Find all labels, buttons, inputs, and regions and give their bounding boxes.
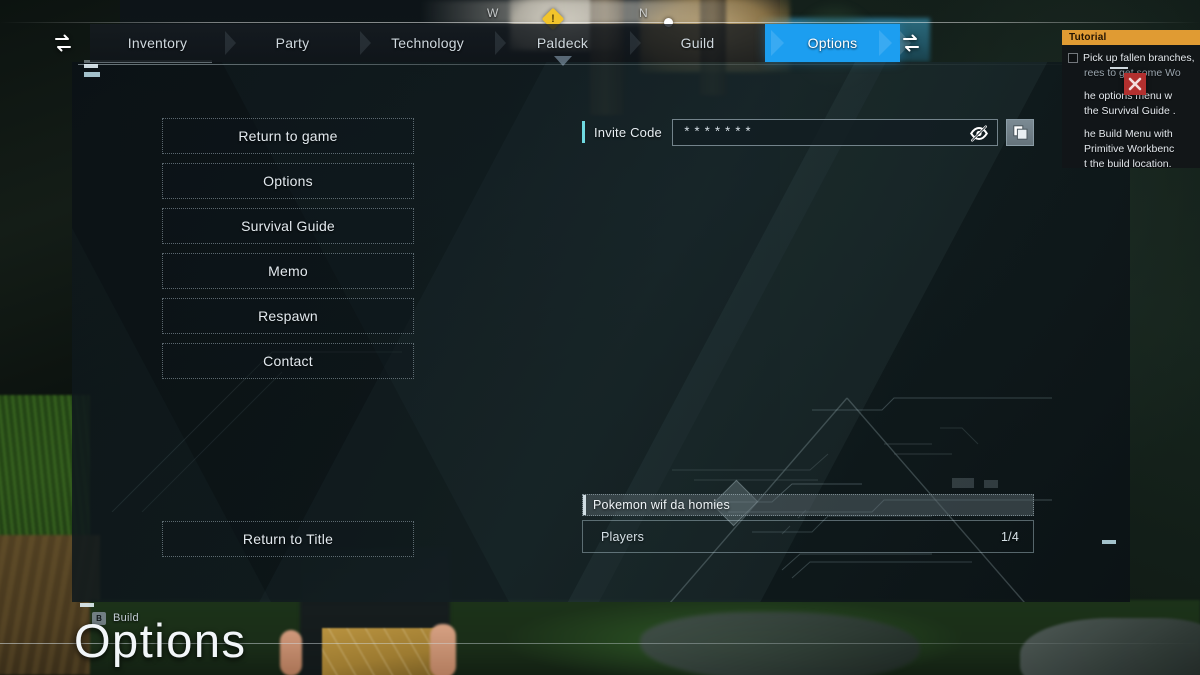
return-to-game-label: Return to game [238, 128, 338, 144]
checkbox-icon[interactable] [1068, 53, 1078, 63]
tab-guild[interactable]: Guild [630, 24, 776, 62]
options-button[interactable]: Options [162, 163, 414, 199]
invite-code-label: Invite Code [594, 124, 662, 140]
tab-inner-triangle-left [771, 30, 784, 56]
server-name-row[interactable]: Pokemon wif da homies [582, 494, 1034, 516]
tab-inventory[interactable]: Inventory [90, 24, 236, 62]
tutorial-body: Pick up fallen branches, rees to get som… [1062, 45, 1200, 168]
copy-invite-code-button[interactable] [1006, 118, 1034, 146]
invite-code-value: ******* [682, 124, 755, 140]
return-to-title-wrapper: Return to Title [162, 521, 414, 557]
players-count: 1/4 [1001, 529, 1019, 544]
compass-west-label: W [487, 6, 499, 20]
close-x-icon[interactable] [1124, 73, 1146, 95]
compass-fog [420, 0, 780, 24]
tab-options-label: Options [807, 35, 858, 51]
server-players-row: Players 1/4 [582, 520, 1034, 553]
return-to-title-label: Return to Title [242, 531, 334, 547]
compass-rule [0, 22, 1200, 23]
swap-right-icon[interactable] [900, 33, 922, 53]
tutorial-task-row: Pick up fallen branches, [1068, 51, 1200, 65]
swap-left-icon[interactable] [52, 33, 74, 53]
tutorial-line-1: Pick up fallen branches, [1083, 52, 1195, 64]
tutorial-task-row: he Build Menu with [1068, 127, 1200, 141]
tutorial-task-row: Primitive Workbenc [1068, 142, 1200, 156]
eye-slash-icon[interactable] [969, 124, 989, 143]
tab-technology-label: Technology [391, 35, 464, 51]
tab-technology[interactable]: Technology [360, 24, 506, 62]
tab-options[interactable]: Options [765, 24, 911, 62]
tutorial-task-row: t the build location. [1068, 157, 1200, 168]
survival-guide-button[interactable]: Survival Guide [162, 208, 414, 244]
tab-party-label: Party [275, 35, 310, 51]
tutorial-header-label: Tutorial [1069, 32, 1107, 43]
server-name: Pokemon wif da homies [593, 498, 730, 512]
return-to-game-button[interactable]: Return to game [162, 118, 414, 154]
tutorial-strikethrough [1110, 67, 1128, 69]
tutorial-header: Tutorial [1062, 30, 1200, 45]
contact-button[interactable]: Contact [162, 343, 414, 379]
hud-status-tick [84, 64, 98, 68]
memo-label: Memo [268, 263, 308, 279]
tab-party[interactable]: Party [225, 24, 371, 62]
compass-north-label: N [639, 6, 649, 20]
options-menu-list: Return to game Options Survival Guide Me… [162, 118, 414, 388]
panel-tick-bottom-right [1102, 540, 1116, 544]
tutorial-line-7: t the build location. [1084, 158, 1172, 168]
tab-guild-label: Guild [680, 35, 715, 51]
tab-paldeck-label: Paldeck [536, 35, 589, 51]
respawn-label: Respawn [258, 308, 318, 324]
title-tick-mark [80, 603, 94, 607]
tab-list: Inventory Party Technology Paldeck Guild… [90, 24, 911, 66]
tab-inner-triangle-right [879, 30, 892, 56]
options-label: Options [263, 173, 313, 189]
server-info-block: Pokemon wif da homies Players 1/4 [582, 494, 1034, 553]
contact-label: Contact [263, 353, 313, 369]
chevron-down-icon [553, 56, 572, 68]
return-to-title-button[interactable]: Return to Title [162, 521, 414, 557]
players-label: Players [601, 529, 645, 544]
tutorial-task-row: the Survival Guide . [1068, 104, 1200, 118]
memo-button[interactable]: Memo [162, 253, 414, 289]
panel-top-rule [78, 64, 1118, 65]
copy-icon [1012, 124, 1028, 140]
invite-code-input[interactable]: ******* [671, 118, 998, 146]
tutorial-line-4: the Survival Guide . [1084, 105, 1176, 117]
page-title: Options [74, 614, 247, 667]
tab-inventory-label: Inventory [127, 35, 188, 51]
tutorial-line-6: Primitive Workbenc [1084, 143, 1175, 155]
main-tab-bar: Inventory Party Technology Paldeck Guild… [0, 24, 1200, 66]
tutorial-line-5: he Build Menu with [1084, 128, 1173, 140]
survival-guide-label: Survival Guide [241, 218, 335, 234]
invite-accent-bar [582, 121, 585, 143]
invite-code-row: Invite Code ******* [582, 118, 1034, 146]
panel-tick-top-left [84, 72, 100, 77]
tutorial-panel: Tutorial Pick up fallen branches, rees t… [1062, 30, 1200, 168]
tab-paldeck[interactable]: Paldeck [495, 24, 641, 66]
respawn-button[interactable]: Respawn [162, 298, 414, 334]
